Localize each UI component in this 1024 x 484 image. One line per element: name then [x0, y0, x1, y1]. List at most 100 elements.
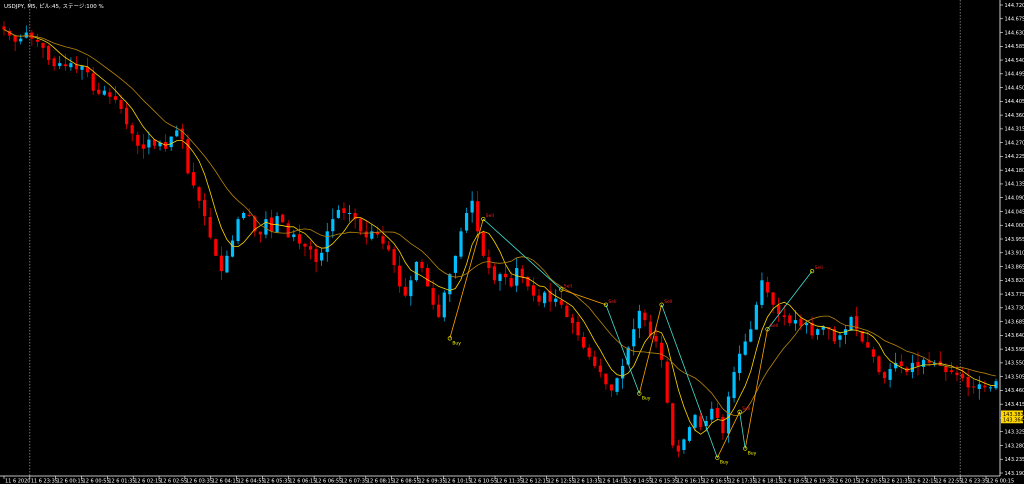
- candle-body: [838, 335, 842, 340]
- x-tick-label: 12 6 17:35: [729, 479, 756, 484]
- candle-body: [799, 318, 803, 327]
- y-tick-label: 144.585: [1005, 44, 1024, 50]
- candle-body: [671, 403, 675, 446]
- candle-body: [492, 266, 497, 281]
- candle-body: [910, 362, 915, 373]
- candle-body: [69, 63, 73, 68]
- x-tick-label: 12 6 06:15: [289, 479, 316, 484]
- bull-candle: [687, 425, 692, 443]
- candle-body: [425, 268, 430, 287]
- price-tag: 143.364: [1001, 416, 1024, 424]
- candle-body: [169, 136, 173, 148]
- candle-body: [593, 356, 597, 366]
- price-axis[interactable]: 144.720 144.675 144.630 144.585 144.540 144.4…: [1000, 3, 1024, 477]
- bull-candle: [459, 227, 463, 260]
- y-tick-label: 143.550: [1005, 361, 1024, 367]
- bull-candle: [754, 301, 758, 330]
- candle-body: [715, 407, 719, 418]
- y-tick-label: 144.630: [1005, 30, 1024, 36]
- candle-body: [743, 341, 747, 355]
- candle-body: [621, 365, 625, 379]
- x-tick-label: 12 6 22:15: [909, 479, 936, 484]
- candle-body: [275, 216, 279, 233]
- candle-body: [738, 353, 742, 374]
- candle-body: [242, 213, 246, 219]
- x-tick-label: 12 6 10:55: [470, 479, 497, 484]
- candle-body: [921, 359, 926, 367]
- candle-body: [342, 208, 346, 213]
- y-tick-label: 143.820: [1005, 278, 1024, 284]
- price-chart[interactable]: Sell Buy Sell Sell Buy Sell Buy Sell Buy Sell Sell…: [0, 0, 1024, 484]
- signal-label: Sell: [815, 265, 823, 271]
- candle-body: [598, 365, 602, 373]
- candle-body: [125, 107, 129, 125]
- candle-body: [459, 231, 463, 257]
- x-tick-label: 12 6 20:55: [858, 479, 885, 484]
- x-tick-label: 12 6 05:35: [263, 479, 290, 484]
- x-tick-label: 12 6 07:35: [341, 479, 368, 484]
- candle-body: [771, 292, 775, 305]
- candle-body: [97, 89, 101, 94]
- y-tick-label: 143.775: [1005, 292, 1024, 298]
- candle-body: [710, 408, 714, 420]
- bear-candle: [665, 358, 669, 404]
- candle-body: [581, 336, 586, 348]
- bull-candle: [732, 366, 736, 403]
- signal-label: Buy: [748, 451, 757, 457]
- x-tick-label: 12 6 08:15: [367, 479, 394, 484]
- candle-body: [130, 125, 134, 134]
- candle-body: [403, 286, 407, 296]
- candle-body: [481, 231, 485, 256]
- candle-body: [637, 310, 641, 329]
- x-tick-label: 12 6 21:35: [884, 479, 911, 484]
- y-tick-label: 143.865: [1005, 264, 1024, 270]
- candle-body: [721, 416, 725, 434]
- candle-body: [314, 249, 318, 262]
- x-tick-label: 12 6 10:15: [444, 479, 471, 484]
- candle-body: [587, 347, 591, 357]
- y-tick-label: 144.675: [1005, 17, 1024, 23]
- y-tick-label: 143.595: [1005, 347, 1024, 353]
- candle-body: [35, 39, 40, 42]
- candle-body: [503, 273, 508, 278]
- candle-body: [431, 288, 435, 305]
- bear-candle: [671, 402, 675, 449]
- bear-candle: [877, 355, 881, 375]
- x-tick-label: 12 6 15:35: [651, 479, 678, 484]
- y-tick-label: 143.640: [1005, 333, 1024, 339]
- candle-body: [554, 298, 558, 302]
- candle-body: [542, 292, 547, 304]
- y-tick-label: 143.910: [1005, 251, 1024, 257]
- candle-body: [437, 304, 441, 317]
- candle-body: [565, 305, 569, 317]
- y-tick-label: 144.495: [1005, 72, 1024, 78]
- candle-body: [804, 323, 809, 326]
- candle-body: [576, 321, 580, 336]
- x-tick-label: 12 6 00:15: [987, 479, 1014, 484]
- chart-title: USDJPY, M5, ピル:45, ステージ:100 %: [4, 3, 104, 10]
- signal-label: Sell: [742, 406, 750, 412]
- x-tick-label: 12 6 19:35: [806, 479, 833, 484]
- candle-body: [175, 130, 179, 137]
- candle-body: [392, 249, 396, 265]
- candle-body: [113, 96, 118, 100]
- candle-body: [977, 384, 981, 390]
- x-tick-label: 12 6 14:15: [599, 479, 626, 484]
- candle-body: [816, 329, 820, 335]
- x-tick-label: 12 6 20:15: [832, 479, 859, 484]
- x-tick-label: 12 6 18:15: [754, 479, 781, 484]
- candle-body: [648, 321, 653, 336]
- candle-body: [19, 38, 23, 42]
- candle-body: [180, 128, 184, 140]
- candle-body: [732, 372, 736, 398]
- y-tick-label: 143.685: [1005, 319, 1024, 325]
- y-tick-label: 143.235: [1005, 457, 1024, 463]
- candle-body: [286, 223, 290, 238]
- x-tick-label: 12 6 12:55: [548, 479, 575, 484]
- candle-body: [197, 187, 201, 201]
- candle-body: [498, 274, 502, 281]
- candle-body: [983, 385, 987, 388]
- x-tick-label: 12 6 12:15: [522, 479, 549, 484]
- y-tick-label: 144.405: [1005, 99, 1024, 105]
- candle-body: [453, 255, 458, 273]
